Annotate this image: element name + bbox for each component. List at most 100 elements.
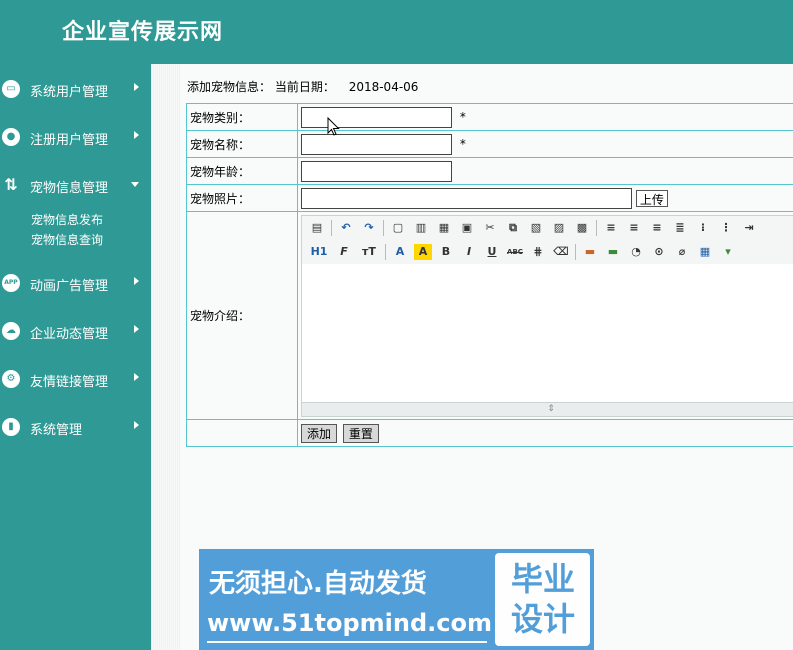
cut-icon[interactable]: ✂ — [481, 220, 499, 236]
sidebar-item-system-manage[interactable]: ▮ 系统管理 — [0, 412, 151, 442]
sidebar-item-ad-animation[interactable]: APP 动画广告管理 — [0, 268, 151, 298]
required-mark: * — [459, 137, 466, 151]
category-input[interactable] — [301, 106, 452, 128]
print-icon[interactable]: ▥ — [412, 220, 430, 236]
cloud-icon: ☁ — [2, 322, 20, 340]
age-label: 宠物年龄： — [186, 157, 298, 185]
source-icon[interactable]: ▤ — [308, 220, 326, 236]
sidebar-item-label: 系统用户管理 — [30, 85, 109, 100]
unordered-list-icon[interactable]: ⋮ — [717, 220, 735, 236]
name-input[interactable] — [301, 133, 452, 155]
app-icon: APP — [2, 274, 20, 292]
rich-text-editor: ▤ ↶ ↷ ▢ ▥ ▦ ▣ ✂ ⧉ ▧ ▨ ▩ ≡ ≡ ≡ ≣ ⁝ ⋮ ⇥ H1… — [301, 214, 793, 417]
editor-resize-handle[interactable]: ⇕ — [302, 401, 793, 416]
chevron-right-icon — [134, 325, 139, 333]
undo-icon[interactable]: ↶ — [337, 220, 355, 236]
date-label: 当前日期： — [274, 80, 335, 94]
category-label: 宠物类别： — [186, 103, 298, 131]
form-row-category: 宠物类别： * — [186, 103, 793, 131]
copy-icon[interactable]: ⧉ — [504, 220, 522, 236]
underline-button[interactable]: U — [483, 244, 501, 260]
form-row-age: 宠物年龄： — [186, 157, 793, 185]
page-info: 添加宠物信息： 当前日期： 2018-04-06 — [187, 78, 418, 95]
align-right-icon[interactable]: ≡ — [648, 220, 666, 236]
sidebar-item-label: 动画广告管理 — [30, 279, 109, 294]
watermark-badge-text: 毕业设计 — [510, 560, 575, 638]
attachment-icon[interactable]: ⌀ — [673, 244, 691, 260]
remove-format-icon[interactable]: ⌫ — [552, 244, 570, 260]
date-value: 2018-04-06 — [348, 80, 419, 94]
sidebar-item-label: 企业动态管理 — [30, 327, 109, 342]
font-family-dropdown[interactable]: F — [335, 244, 353, 260]
sidebar-item-label: 宠物信息管理 — [30, 181, 109, 196]
fore-color-button[interactable]: A — [391, 244, 409, 260]
name-label: 宠物名称： — [186, 130, 298, 158]
bold-button[interactable]: B — [437, 244, 455, 260]
hr-icon[interactable]: ▾ — [719, 244, 737, 260]
align-center-icon[interactable]: ≡ — [625, 220, 643, 236]
sidebar-item-company-news[interactable]: ☁ 企业动态管理 — [0, 316, 151, 346]
form-row-photo: 宠物照片： 上传 — [186, 184, 793, 212]
resize-icon: ⇕ — [547, 403, 555, 414]
sidebar-item-friend-links[interactable]: ⚙ 友情链接管理 — [0, 364, 151, 394]
chevron-right-icon — [134, 131, 139, 139]
header-bar: 企业宣传展示网 — [0, 0, 793, 64]
photo-input[interactable] — [301, 187, 632, 209]
watermark-url: www.51topmind.com — [207, 609, 492, 637]
watermark-banner: 无须担心.自动发货 www.51topmind.com 毕业设计 — [199, 549, 594, 650]
chevron-right-icon — [134, 83, 139, 91]
pet-form: 宠物类别： * 宠物名称： * 宠物年龄： 宠物照片： 上传 宠物介绍： ▤ ↶… — [186, 103, 793, 447]
reset-button[interactable]: 重置 — [342, 423, 379, 443]
ordered-list-icon[interactable]: ⁝ — [694, 220, 712, 236]
transfer-arrows-icon: ⇅ — [4, 175, 18, 194]
paste-text-icon[interactable]: ▨ — [550, 220, 568, 236]
indent-icon[interactable]: ⇥ — [740, 220, 758, 236]
justify-icon[interactable]: ≣ — [671, 220, 689, 236]
sidebar: ▭ 系统用户管理 ● 注册用户管理 ⇅ 宠物信息管理 宠物信息发布 宠物信息查询… — [0, 64, 151, 650]
bar-chart-icon: ▮ — [2, 418, 20, 436]
add-button[interactable]: 添加 — [301, 423, 338, 443]
preview-icon[interactable]: ▢ — [389, 220, 407, 236]
line-height-icon[interactable]: ⋕ — [529, 244, 547, 260]
mouse-cursor-icon — [327, 117, 340, 136]
align-left-icon[interactable]: ≡ — [602, 220, 620, 236]
sidebar-item-label: 友情链接管理 — [30, 375, 109, 390]
page-heading: 添加宠物信息： — [187, 80, 272, 94]
heading-dropdown[interactable]: H1 — [308, 244, 330, 260]
image-icon[interactable]: ▬ — [581, 244, 599, 260]
sidebar-item-label: 注册用户管理 — [30, 133, 109, 148]
gear-icon: ⚙ — [2, 370, 20, 388]
media-icon[interactable]: ⊙ — [650, 244, 668, 260]
editor-content-area[interactable] — [302, 263, 793, 402]
table-icon[interactable]: ▦ — [696, 244, 714, 260]
sidebar-item-registered-users[interactable]: ● 注册用户管理 — [0, 122, 151, 152]
select-all-icon[interactable]: ▣ — [458, 220, 476, 236]
submenu-item-pet-publish[interactable]: 宠物信息发布 — [31, 211, 103, 228]
content-divider — [151, 64, 181, 650]
multi-image-icon[interactable]: ▬ — [604, 244, 622, 260]
font-size-dropdown[interactable]: тT — [358, 244, 380, 260]
template-icon[interactable]: ▦ — [435, 220, 453, 236]
redo-icon[interactable]: ↷ — [360, 220, 378, 236]
flash-icon[interactable]: ◔ — [627, 244, 645, 260]
paste-icon[interactable]: ▧ — [527, 220, 545, 236]
sidebar-item-system-users[interactable]: ▭ 系统用户管理 — [0, 74, 151, 104]
paste-word-icon[interactable]: ▩ — [573, 220, 591, 236]
chevron-right-icon — [134, 373, 139, 381]
back-color-button[interactable]: A — [414, 243, 432, 260]
upload-button[interactable]: 上传 — [635, 189, 668, 207]
user-gear-icon: ● — [2, 128, 20, 146]
sidebar-item-label: 系统管理 — [30, 423, 83, 438]
strikethrough-button[interactable]: ABC — [506, 244, 524, 260]
form-row-name: 宠物名称： * — [186, 130, 793, 158]
form-row-intro: 宠物介绍： ▤ ↶ ↷ ▢ ▥ ▦ ▣ ✂ ⧉ ▧ ▨ ▩ ≡ ≡ ≡ ≣ ⁝ … — [186, 211, 793, 420]
chevron-right-icon — [134, 277, 139, 285]
required-mark: * — [459, 110, 466, 124]
submenu-item-pet-query[interactable]: 宠物信息查询 — [31, 231, 103, 248]
sidebar-item-pet-info[interactable]: ⇅ 宠物信息管理 — [0, 170, 151, 200]
age-input[interactable] — [301, 160, 452, 182]
form-row-actions: 添加 重置 — [186, 419, 793, 447]
monitor-icon: ▭ — [2, 80, 20, 98]
italic-button[interactable]: I — [460, 244, 478, 260]
watermark-badge: 毕业设计 — [495, 553, 590, 646]
